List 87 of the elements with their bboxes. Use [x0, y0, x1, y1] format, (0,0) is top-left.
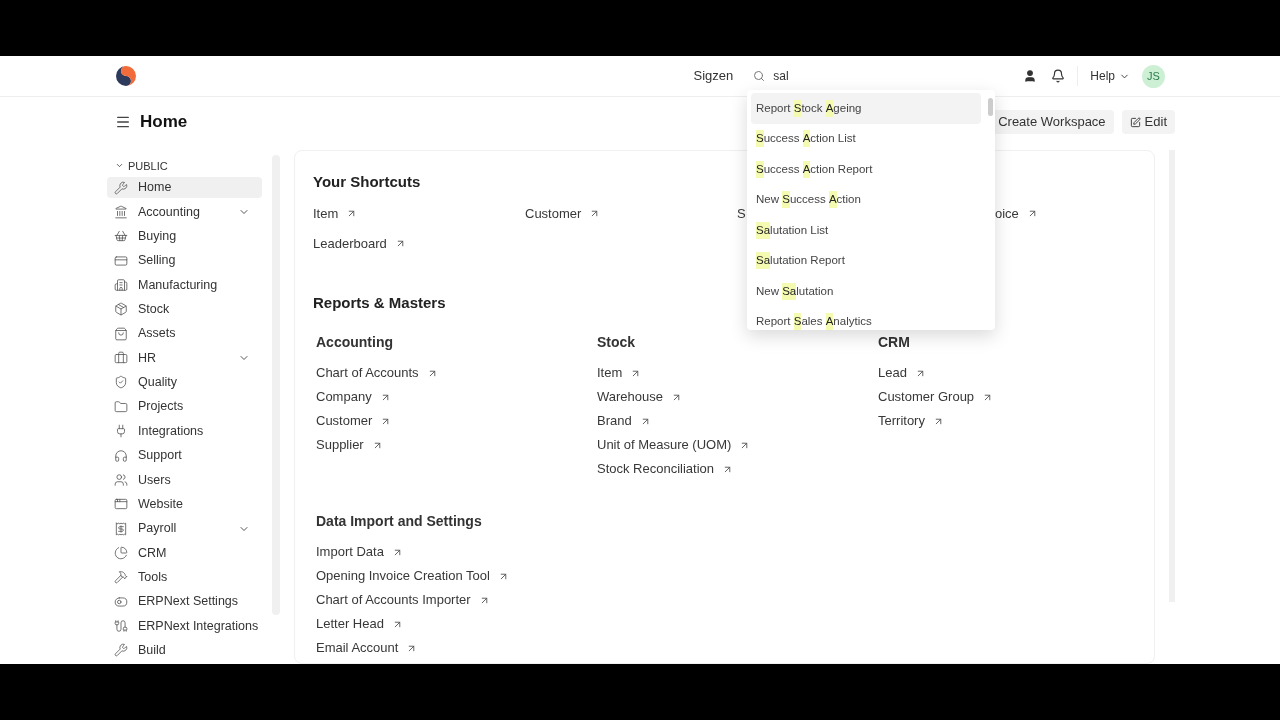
sidebar-item[interactable]: Users — [107, 469, 262, 491]
logo-icon — [115, 65, 137, 87]
shortcut-link[interactable]: Lead — [878, 363, 907, 383]
company-name: Sigzen — [693, 67, 734, 86]
sidebar-item[interactable]: Stock — [107, 298, 262, 321]
bank-icon — [114, 204, 128, 219]
sidebar-item[interactable]: ERPNext Settings — [107, 590, 262, 613]
shortcut-link[interactable]: Unit of Measure (UOM) — [597, 435, 732, 455]
sidebar-item[interactable]: ERPNext Integrations — [107, 615, 262, 637]
pie-chart-icon — [114, 545, 128, 560]
folder-icon — [114, 399, 128, 414]
sidebar-item[interactable]: Projects — [107, 395, 262, 418]
help-menu[interactable]: Help — [1090, 67, 1130, 85]
receipt-icon — [114, 521, 128, 536]
search-result[interactable]: Salutation Report — [751, 245, 981, 276]
sidebar-item[interactable]: Home — [107, 176, 262, 199]
sidebar-item[interactable]: Payroll — [107, 517, 262, 540]
bell-icon[interactable] — [1051, 69, 1066, 83]
sidebar-item[interactable]: HR — [107, 347, 262, 369]
search-result[interactable]: New Salutation — [751, 276, 981, 307]
shortcut-link[interactable]: Chart of Accounts Importer — [316, 590, 471, 610]
shortcut-link[interactable]: Import Data — [316, 542, 384, 562]
search-result[interactable]: Success Action List — [751, 123, 981, 154]
hammer-icon — [114, 570, 128, 585]
group-title: Stock — [597, 333, 636, 352]
shortcut-link[interactable]: Stock Reconciliation — [597, 459, 715, 479]
sidebar-item[interactable]: Accounting — [107, 201, 262, 223]
cable-icon — [114, 619, 128, 634]
sidebar-item[interactable]: CRM — [107, 542, 262, 564]
card-icon — [114, 253, 128, 268]
window-icon — [114, 497, 128, 512]
shortcut-link[interactable]: S — [737, 203, 746, 224]
sidebar-item[interactable]: Buying — [107, 225, 262, 248]
shortcut-link[interactable]: Chart of Accounts — [316, 363, 419, 383]
shortcut-link[interactable]: Customer Group — [878, 387, 975, 407]
bag-icon — [114, 326, 128, 341]
sidebar-item[interactable]: Website — [107, 493, 262, 516]
shortcut-link[interactable]: Opening Invoice Creation Tool — [316, 566, 490, 586]
headset-icon — [114, 448, 128, 463]
edit-icon — [1129, 116, 1141, 128]
box-icon — [114, 302, 128, 317]
shortcut-link[interactable]: Territory — [878, 411, 925, 431]
shortcut-link[interactable]: Customer — [316, 411, 373, 431]
sidebar-item[interactable]: Quality — [107, 371, 262, 394]
group-title: Data Import and Settings — [316, 512, 482, 531]
sidebar-item[interactable]: Manufacturing — [107, 274, 262, 296]
tools-icon — [114, 643, 128, 658]
user-icon[interactable] — [1023, 69, 1038, 83]
search-result[interactable]: Salutation List — [751, 215, 981, 246]
shortcut-link[interactable]: Company — [316, 387, 372, 407]
search-icon — [753, 70, 766, 82]
shortcut-link[interactable]: Supplier — [316, 435, 364, 455]
menu-icon[interactable] — [115, 114, 131, 130]
sidebar-item[interactable]: Build — [107, 639, 262, 662]
sidebar-item[interactable]: Integrations — [107, 420, 262, 442]
plug-icon — [114, 424, 128, 439]
search-result[interactable]: Report Stock Ageing — [751, 93, 981, 124]
toggle-icon — [114, 594, 128, 609]
sidebar-item[interactable]: Tools — [107, 566, 262, 589]
sidebar-item[interactable]: Selling — [107, 249, 262, 272]
shortcut-link[interactable]: Email Account — [316, 638, 399, 658]
basket-icon — [114, 229, 128, 244]
section-title: Reports & Masters — [313, 292, 446, 313]
user-avatar[interactable]: JS — [1142, 64, 1165, 88]
briefcase-icon — [114, 351, 128, 366]
shield-icon — [114, 375, 128, 390]
sidebar-item[interactable]: Assets — [107, 322, 262, 345]
section-title: Your Shortcuts — [313, 172, 421, 192]
section-toggle[interactable]: PUBLIC — [115, 157, 262, 175]
shortcut-link[interactable]: Item — [313, 203, 339, 224]
scrollbar-thumb[interactable] — [988, 98, 993, 116]
search-result[interactable]: Success Action Report — [751, 154, 981, 185]
shortcut-link[interactable]: Leaderboard — [313, 233, 387, 254]
building-icon — [114, 278, 128, 292]
shortcut-link[interactable]: Brand — [597, 411, 632, 431]
shortcut-link[interactable]: Customer — [525, 203, 582, 224]
sidebar-item[interactable]: Support — [107, 444, 262, 467]
edit-button[interactable]: Edit — [1121, 110, 1175, 134]
shortcut-link[interactable]: Item — [597, 363, 623, 383]
tools-icon — [114, 180, 128, 195]
shortcut-link[interactable]: Warehouse — [597, 387, 663, 407]
search-result[interactable]: New Success Action — [751, 184, 981, 215]
shortcut-link[interactable]: oice — [995, 203, 1019, 224]
shortcut-link[interactable]: Letter Head — [316, 614, 384, 634]
page-title: Home — [140, 111, 188, 134]
group-title: Accounting — [316, 333, 393, 352]
users-icon — [114, 472, 128, 487]
